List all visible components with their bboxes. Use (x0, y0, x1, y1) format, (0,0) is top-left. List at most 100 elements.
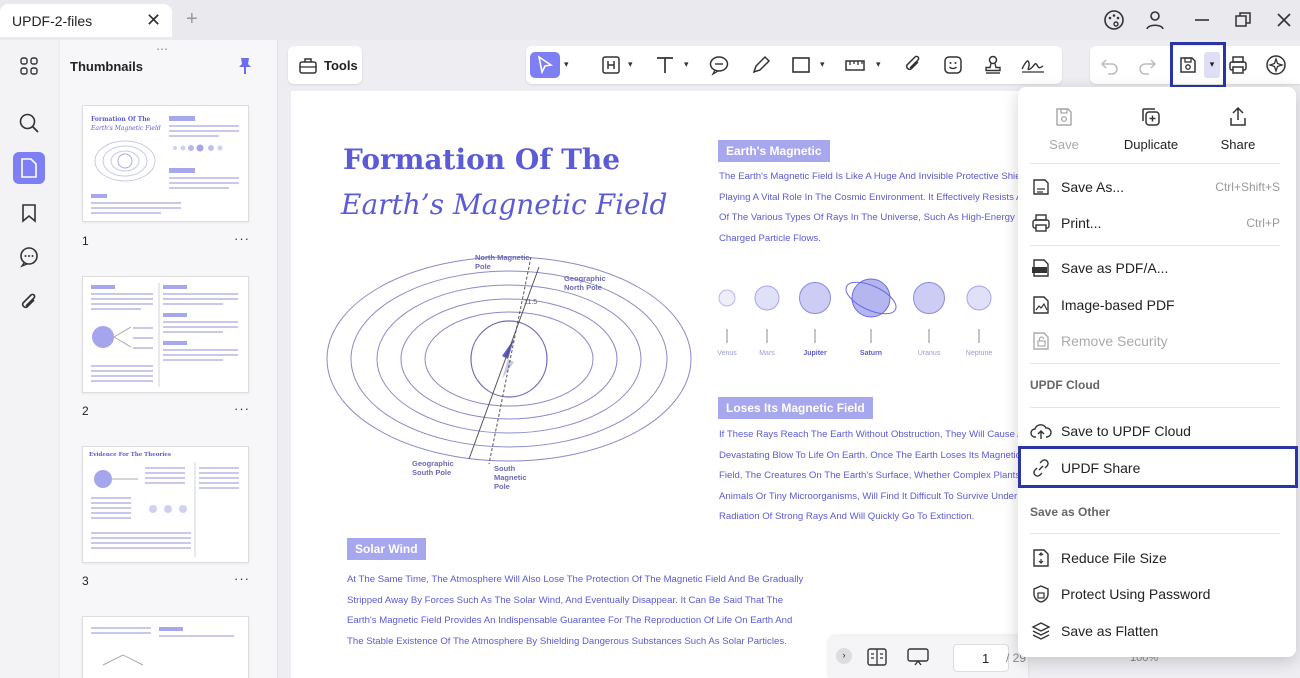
geographic-north-pole-label: Geographic North Pole (564, 274, 606, 292)
section2-heading: Loses Its Magnetic Field (718, 397, 873, 419)
organize-pages-icon[interactable] (13, 50, 45, 82)
duplicate-button[interactable]: Duplicate (1111, 105, 1191, 152)
protect-password-label: Protect Using Password (1061, 586, 1211, 602)
left-rail (0, 40, 58, 678)
save-as-icon (1030, 176, 1052, 198)
section1-line: The Earth's Magnetic Field Is Like A Hug… (719, 171, 1021, 182)
menu-separator (1030, 163, 1280, 164)
page-number-input[interactable]: 1 (953, 644, 1009, 672)
protect-password-item[interactable]: Protect Using Password (1030, 580, 1280, 608)
section1-paragraph: The Earth's Magnetic Field Is Like A Hug… (719, 167, 1021, 249)
thumb-2-content (91, 283, 238, 387)
section2-line: Devastating Blow To Life On Earth. Once … (719, 449, 1021, 461)
page-2-more-icon[interactable]: ··· (234, 401, 250, 416)
image-based-pdf-item[interactable]: Image-based PDF (1030, 291, 1280, 319)
section2-line: Animals Or Tiny Microorganisms, Will Fin… (719, 490, 1018, 502)
expand-bar-icon[interactable]: › (836, 648, 852, 664)
south-magnetic-pole-label: South Magnetic Pole (494, 464, 527, 491)
resize-grip[interactable]: ⋯ (156, 42, 169, 56)
print-item[interactable]: Print... Ctrl+P (1030, 209, 1280, 237)
search-icon[interactable] (13, 107, 45, 139)
print-shortcut: Ctrl+P (1246, 216, 1280, 230)
account-icon[interactable] (1143, 8, 1167, 32)
comment-bubble-icon[interactable] (706, 52, 732, 78)
attach-file-icon[interactable] (900, 52, 926, 78)
save-as-flatten-item[interactable]: Save as Flatten (1030, 617, 1280, 645)
highlight-text-icon[interactable] (598, 52, 624, 78)
thumbnails-title: Thumbnails (70, 59, 143, 74)
remove-security-icon (1030, 330, 1052, 352)
save-as-pdfa-item[interactable]: Save as PDF/A... (1030, 254, 1280, 282)
planet-label-jupiter: Jupiter (803, 350, 827, 357)
select-dropdown-icon[interactable]: ▾ (564, 59, 569, 70)
tools-button[interactable]: Tools (288, 46, 362, 84)
save-as-shortcut: Ctrl+Shift+S (1215, 180, 1280, 194)
page-number-3: 3 (82, 574, 89, 588)
section1-line: Charged Particle Flows. (719, 232, 821, 244)
doc-title-line1: Formation Of The (343, 143, 621, 176)
stamp-icon[interactable] (980, 52, 1006, 78)
minimize-icon[interactable] (1190, 8, 1214, 32)
text-dropdown-icon[interactable]: ▾ (684, 59, 689, 70)
planets-diagram (718, 278, 992, 343)
new-tab-icon[interactable]: + (186, 8, 198, 31)
print-icon[interactable] (1227, 54, 1249, 76)
theme-palette-icon[interactable] (1102, 8, 1126, 32)
save-label: Save (1049, 137, 1079, 152)
thumbnails-panel: ⋯ Thumbnails Formation Of The Earth's Ma… (60, 40, 278, 678)
menu-separator (1030, 407, 1280, 408)
bookmark-icon[interactable] (13, 197, 45, 229)
attachment-icon[interactable] (13, 286, 45, 318)
page-3-more-icon[interactable]: ··· (234, 571, 250, 586)
page-view-icon[interactable] (866, 647, 888, 667)
text-tool-icon[interactable] (652, 52, 678, 78)
section3-line: At The Same Time, The Atmosphere Will Al… (347, 574, 804, 585)
save-menu-button[interactable]: Save (1024, 105, 1104, 152)
section1-line: Playing A Vital Role In The Cosmic Envir… (719, 191, 1021, 203)
share-button[interactable]: Share (1198, 105, 1278, 152)
restore-icon[interactable] (1231, 8, 1255, 32)
redo-icon[interactable] (1137, 55, 1157, 75)
menu-separator (1030, 533, 1280, 534)
save-as-label: Save As... (1061, 179, 1125, 195)
updf-share-highlight (1018, 446, 1298, 488)
highlight-dropdown-icon[interactable]: ▾ (628, 59, 633, 70)
measure-dropdown-icon[interactable]: ▾ (876, 59, 881, 70)
document-tab[interactable]: UPDF-2-files ✕ (0, 4, 172, 37)
close-window-icon[interactable] (1272, 8, 1296, 32)
thumb-4-content (91, 627, 234, 666)
save-button-highlight (1170, 42, 1226, 88)
reduce-file-size-label: Reduce File Size (1061, 550, 1167, 566)
signature-icon[interactable] (1020, 52, 1046, 78)
pin-icon[interactable] (236, 56, 254, 76)
undo-icon[interactable] (1100, 55, 1120, 75)
shape-dropdown-icon[interactable]: ▾ (820, 59, 825, 70)
close-tab-icon[interactable]: ✕ (146, 10, 161, 31)
pencil-icon[interactable] (748, 52, 774, 78)
measure-icon[interactable] (842, 52, 868, 78)
share-icon (1230, 106, 1246, 126)
rectangle-shape-icon[interactable] (788, 52, 814, 78)
save-as-item[interactable]: Save As... Ctrl+Shift+S (1030, 173, 1280, 201)
page-thumbnail-2[interactable] (82, 276, 249, 393)
remove-security-item[interactable]: Remove Security (1030, 327, 1280, 355)
north-magnetic-pole-label: North Magnetic Pole (475, 253, 530, 271)
title-bar: UPDF-2-files ✕ + (0, 0, 1300, 40)
reduce-file-size-item[interactable]: Reduce File Size (1030, 544, 1280, 572)
page-thumbnail-3[interactable]: Evidence For The Theories (82, 446, 249, 563)
thumbnails-icon[interactable] (13, 152, 45, 184)
select-cursor-icon[interactable] (530, 52, 560, 78)
page-thumbnail-4[interactable] (82, 616, 249, 678)
tab-title: UPDF-2-files (12, 13, 93, 29)
section2-line: If These Rays Reach The Earth Without Ob… (719, 429, 1021, 440)
ai-assistant-icon[interactable] (1264, 53, 1288, 77)
sticker-icon[interactable] (940, 52, 966, 78)
print-label: Print... (1061, 215, 1102, 231)
page-1-more-icon[interactable]: ··· (234, 231, 250, 246)
page-thumbnail-1[interactable]: Formation Of The Earth's Magnetic Field (82, 105, 249, 222)
planet-label-neptune: Neptune (965, 350, 993, 357)
save-to-cloud-item[interactable]: Save to UPDF Cloud (1030, 417, 1280, 445)
save-as-other-heading: Save as Other (1030, 505, 1111, 519)
comments-icon[interactable] (13, 241, 45, 273)
presentation-icon[interactable] (906, 647, 930, 667)
